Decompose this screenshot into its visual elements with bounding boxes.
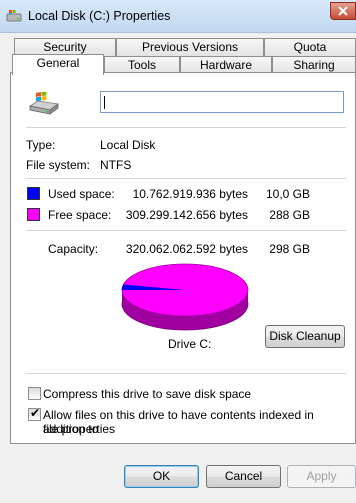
separator	[26, 127, 346, 128]
free-space-size: 288 GB	[269, 208, 310, 222]
compress-label: Compress this drive to save disk space	[43, 387, 252, 401]
cancel-button[interactable]: Cancel	[206, 465, 281, 488]
index-label-line2: file properties	[43, 422, 116, 436]
compress-checkbox[interactable]	[28, 387, 41, 400]
separator	[26, 230, 346, 231]
capacity-bytes: 320.062.062.592 bytes	[125, 242, 248, 256]
drive-name-input[interactable]	[100, 91, 344, 113]
drive-label: Drive C:	[168, 337, 212, 351]
windows-drive-icon	[28, 92, 60, 115]
drive-icon	[6, 10, 22, 22]
checkmark-icon: ✔	[30, 406, 41, 420]
file-system-value: NTFS	[100, 158, 132, 172]
free-space-swatch	[27, 208, 40, 221]
tab-general[interactable]: General	[12, 54, 104, 75]
separator	[26, 178, 346, 179]
type-label: Type:	[26, 138, 56, 152]
apply-button[interactable]: Apply	[287, 465, 356, 488]
file-system-label: File system:	[26, 158, 91, 172]
capacity-label: Capacity:	[48, 242, 99, 256]
close-icon	[338, 6, 348, 16]
tab-previous-versions[interactable]: Previous Versions	[116, 38, 264, 56]
disk-usage-pie	[121, 263, 249, 331]
free-space-label: Free space:	[48, 208, 112, 222]
type-value: Local Disk	[100, 138, 156, 152]
capacity-size: 298 GB	[269, 242, 310, 256]
ok-button[interactable]: OK	[124, 465, 199, 488]
window-title: Local Disk (C:) Properties	[28, 9, 171, 23]
free-space-bytes: 309.299.142.656 bytes	[125, 208, 248, 222]
used-space-label: Used space:	[48, 187, 115, 201]
disk-cleanup-button[interactable]: Disk Cleanup	[265, 325, 345, 348]
title-bar: Local Disk (C:) Properties	[0, 0, 356, 33]
used-space-size: 10,0 GB	[265, 187, 310, 201]
close-button[interactable]	[330, 2, 356, 20]
text-caret	[104, 96, 105, 109]
index-checkbox[interactable]: ✔	[28, 406, 41, 421]
used-space-swatch	[27, 187, 40, 200]
separator	[26, 373, 346, 374]
used-space-bytes: 10.762.919.936 bytes	[132, 187, 248, 201]
tab-quota[interactable]: Quota	[264, 38, 356, 56]
